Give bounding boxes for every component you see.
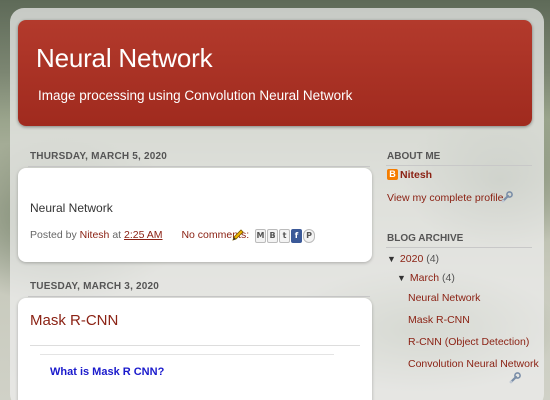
archive-post-link[interactable]: Mask R-CNN [408, 314, 470, 326]
blog-header: Neural Network Image processing using Co… [18, 20, 532, 126]
post-title[interactable]: Mask R-CNN [30, 312, 118, 329]
blog-title[interactable]: Neural Network [36, 43, 213, 74]
content-divider [40, 354, 334, 355]
post-card: Mask R-CNN What is Mask R CNN? [18, 298, 372, 400]
blog-archive-heading: BLOG ARCHIVE [387, 233, 464, 244]
post-date: THURSDAY, MARCH 5, 2020 [30, 151, 168, 162]
post-body: Neural Network [30, 201, 113, 215]
archive-post-link[interactable]: Neural Network [408, 292, 480, 304]
sidebar-divider [386, 165, 532, 166]
archive-month[interactable]: ▼ March (4) [397, 272, 455, 284]
email-icon[interactable]: M [255, 229, 266, 243]
sidebar-divider [386, 247, 532, 248]
archive-year-count: (4) [426, 253, 440, 265]
blogger-icon: B [387, 169, 398, 180]
wrench-icon[interactable] [508, 371, 522, 385]
facebook-icon[interactable]: f [291, 229, 302, 243]
author-link[interactable]: Nitesh [80, 229, 110, 241]
archive-post-link[interactable]: R-CNN (Object Detection) [408, 336, 529, 348]
post-footer: Posted by Nitesh at 2:25 AM No comments: [30, 229, 249, 241]
expand-triangle-icon[interactable]: ▼ [397, 273, 406, 283]
post-time-link[interactable]: 2:25 AM [124, 229, 163, 241]
expand-triangle-icon[interactable]: ▼ [387, 254, 396, 264]
blogthis-icon[interactable]: B [267, 229, 278, 243]
title-divider [30, 345, 360, 346]
view-profile-link[interactable]: View my complete profile [387, 192, 504, 204]
profile-name-link[interactable]: Nitesh [400, 169, 432, 181]
archive-month-count: (4) [442, 272, 455, 284]
posted-by-label: Posted by [30, 229, 77, 241]
wrench-icon[interactable] [500, 190, 514, 204]
post-card: Neural Network Posted by Nitesh at 2:25 … [18, 168, 372, 262]
post-subheading: What is Mask R CNN? [50, 366, 165, 378]
date-divider [28, 296, 370, 297]
date-divider [28, 166, 370, 167]
archive-year-label[interactable]: 2020 [400, 253, 423, 265]
at-label: at [112, 229, 122, 241]
archive-month-label[interactable]: March [410, 272, 439, 284]
edit-pencil-icon[interactable] [231, 228, 245, 242]
twitter-icon[interactable]: t [279, 229, 290, 243]
share-buttons: M B t f P [255, 229, 315, 243]
archive-year[interactable]: ▼ 2020 (4) [387, 253, 439, 265]
archive-post-link[interactable]: Convolution Neural Network [408, 358, 539, 370]
pinterest-icon[interactable]: P [303, 229, 315, 243]
blog-description: Image processing using Convolution Neura… [38, 88, 353, 103]
post-date: TUESDAY, MARCH 3, 2020 [30, 281, 160, 292]
about-me-heading: ABOUT ME [387, 151, 441, 162]
